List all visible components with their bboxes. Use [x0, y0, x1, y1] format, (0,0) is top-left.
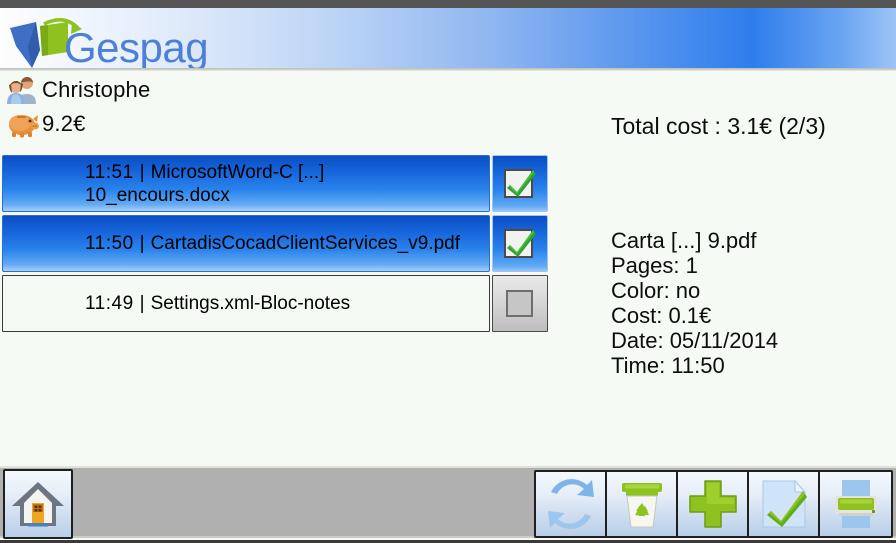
table-row[interactable]: 11:51 | MicrosoftWord-C [...] 10_encours.d… [2, 155, 548, 212]
job-time: 11:51 [85, 161, 134, 183]
detail-pages: Pages: 1 [611, 253, 698, 278]
checked-checkbox-icon[interactable] [492, 215, 548, 272]
user-name: Christophe [42, 77, 151, 102]
header-divider [0, 68, 896, 71]
trash-recycle-icon [615, 477, 669, 531]
job-row-body[interactable]: 11:49 | Settings.xml-Bloc-notes [2, 275, 490, 332]
detail-color: Color: no [611, 278, 701, 303]
refresh-button[interactable] [536, 472, 607, 536]
toolbar-action-group [534, 470, 893, 538]
job-separator: | [139, 233, 145, 254]
total-cost-label: Total cost : 3.1€ (2/3) [611, 113, 826, 139]
piggy-bank-icon [6, 109, 40, 139]
svg-text:Gespage: Gespage [64, 24, 206, 71]
top-bar [0, 0, 896, 8]
detail-cost: Cost: 0.1€ [611, 303, 712, 328]
job-row-line1: 11:49 | Settings.xml-Bloc-notes [85, 292, 489, 315]
users-icon [6, 75, 40, 105]
table-row[interactable]: 11:49 | Settings.xml-Bloc-notes [2, 275, 548, 332]
add-button[interactable] [678, 472, 749, 536]
job-detail-panel: Carta [...] 9.pdf Pages: 1 Color: no Cos… [611, 228, 778, 378]
header-banner: Gespage [0, 8, 896, 71]
job-row-line2: 10_encours.docx [85, 184, 230, 206]
detail-file-name: Carta [...] 9.pdf [611, 228, 757, 253]
job-separator: | [139, 293, 145, 314]
job-row-body[interactable]: 11:50 | CartadisCocadClientServices_v9.pdf [2, 215, 490, 272]
plus-icon [686, 477, 740, 531]
checked-checkbox-icon[interactable] [492, 155, 548, 212]
job-time: 11:50 [85, 233, 134, 254]
unchecked-checkbox-icon[interactable] [492, 275, 548, 332]
job-time: 11:49 [85, 293, 134, 314]
gespage-logo-icon: Gespage [6, 16, 206, 74]
job-separator: | [139, 161, 145, 183]
printer-icon [829, 477, 883, 531]
delete-button[interactable] [607, 472, 678, 536]
job-row-line1: 11:50 | CartadisCocadClientServices_v9.pdf [85, 232, 489, 255]
job-row-line1: 11:51 | MicrosoftWord-C [...] [85, 161, 489, 184]
table-row[interactable]: 11:50 | CartadisCocadClientServices_v9.pdf [2, 215, 548, 272]
detail-date: Date: 05/11/2014 [611, 328, 779, 353]
select-all-button[interactable] [749, 472, 820, 536]
gespage-print-release-screen: Gespage Christophe [0, 0, 896, 543]
job-name: Settings.xml-Bloc-notes [150, 293, 351, 314]
home-button[interactable] [3, 469, 73, 539]
document-check-icon [757, 477, 811, 531]
balance-info: 9.2€ [6, 108, 86, 140]
balance-amount: 9.2€ [42, 111, 86, 136]
job-row-body[interactable]: 11:51 | MicrosoftWord-C [...] 10_encours.d… [2, 155, 490, 212]
bottom-toolbar [0, 466, 896, 539]
job-name: MicrosoftWord-C [...] [150, 161, 325, 183]
print-job-list: 11:51 | MicrosoftWord-C [...] 10_encours.d… [2, 155, 548, 335]
user-info: Christophe [6, 74, 150, 106]
home-icon [10, 476, 66, 532]
refresh-icon [544, 477, 598, 531]
print-button[interactable] [820, 472, 891, 536]
job-name: CartadisCocadClientServices_v9.pdf [150, 233, 461, 254]
detail-time: Time: 11:50 [611, 353, 725, 378]
